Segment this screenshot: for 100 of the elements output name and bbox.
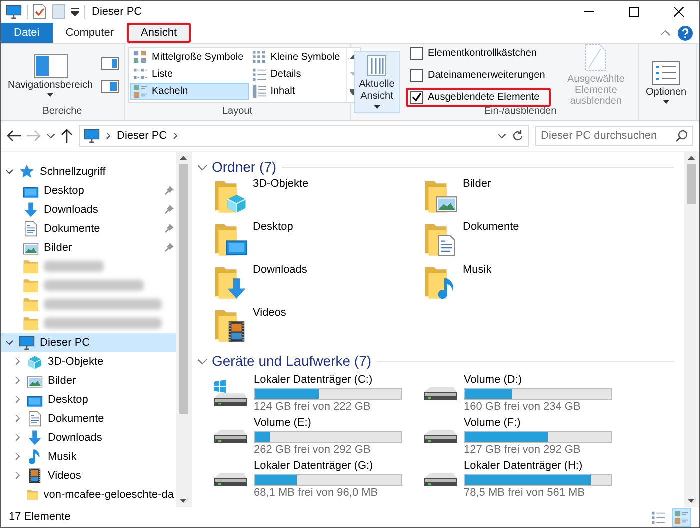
section-title: Ordner (7) <box>212 159 277 175</box>
maximize-icon[interactable] <box>629 7 639 17</box>
details-icon <box>252 67 267 82</box>
star-icon <box>19 164 35 180</box>
folder-icon <box>23 278 39 294</box>
collapse-ribbon-icon[interactable] <box>661 30 670 36</box>
drive-tile[interactable]: Volume (F:) 127 GB frei von 292 GB <box>422 415 632 458</box>
drive-tile[interactable]: Volume (E:) 262 GB frei von 292 GB <box>212 415 422 458</box>
view-button[interactable] <box>672 508 691 526</box>
hard-drive-icon <box>422 430 458 444</box>
layout-option[interactable]: Kacheln <box>130 83 249 100</box>
folder-name[interactable]: Bilder <box>463 178 492 190</box>
properties-icon[interactable] <box>33 4 47 20</box>
nav-label: Videos <box>48 470 82 482</box>
nav-label: Schnellzugriff <box>40 166 106 178</box>
scrollbar[interactable] <box>684 152 699 507</box>
folder-icon <box>23 258 39 274</box>
nav-item[interactable]: Bilder <box>1 238 176 257</box>
nav-item[interactable]: Schnellzugriff <box>1 162 176 181</box>
drive-tile[interactable]: Lokaler Datenträger (H:) 78,5 MB frei von 561 MB <box>422 458 632 501</box>
nav-item[interactable]: Dieser PC <box>1 333 176 352</box>
address-bar[interactable]: Dieser PC <box>79 125 529 147</box>
nav-item[interactable]: Desktop <box>1 390 176 409</box>
folder-name[interactable]: Videos <box>253 307 286 319</box>
layout-option[interactable]: Kleine Symbole <box>248 49 346 66</box>
item-count: 17 Elemente <box>9 511 71 523</box>
pin-icon[interactable] <box>165 224 174 233</box>
tiles-icon <box>133 84 148 99</box>
details-pane-icon[interactable] <box>101 80 120 93</box>
drive-tile[interactable]: Lokaler Datenträger (C:) 124 GB frei von 222 GB <box>212 372 422 415</box>
pin-icon[interactable] <box>165 186 174 195</box>
recent-locations-icon[interactable] <box>47 134 55 138</box>
close-icon[interactable] <box>674 7 684 17</box>
chevron-icon[interactable] <box>6 339 13 346</box>
nav-item[interactable]: Dokumente <box>1 409 176 428</box>
section-title: Geräte und Laufwerke (7) <box>212 353 372 369</box>
cube-icon <box>27 354 43 370</box>
folder-name[interactable]: 3D-Objekte <box>253 178 309 190</box>
free-space: 127 GB frei von 292 GB <box>464 444 582 456</box>
scrollbar[interactable] <box>176 152 191 507</box>
checkbox-option[interactable]: Ausgeblendete Elemente <box>406 88 552 106</box>
nav-item[interactable]: Dokumente <box>1 219 176 238</box>
checkbox[interactable] <box>410 90 423 104</box>
refresh-icon[interactable] <box>512 130 524 142</box>
scroll-up-icon[interactable] <box>180 156 187 160</box>
dropdown-icon[interactable] <box>498 134 506 138</box>
nav-item[interactable]: Downloads <box>1 200 176 219</box>
folder-name[interactable]: Downloads <box>253 264 308 276</box>
dropdown-icon[interactable] <box>71 8 79 16</box>
scrollbar-thumb[interactable] <box>179 164 188 414</box>
chevron-icon[interactable] <box>198 162 207 172</box>
search-field[interactable]: Dieser PC durchsuchen <box>535 126 693 146</box>
small-grid-icon <box>252 50 267 65</box>
checkbox-option[interactable]: Dateinamenerweiterungen <box>406 66 552 84</box>
nav-item[interactable]: von-mcafee-geloeschte-da <box>1 485 176 504</box>
ribbon-tab[interactable]: Datei <box>1 23 53 43</box>
checkbox[interactable] <box>410 68 423 82</box>
list-icon <box>133 67 148 82</box>
help-icon[interactable] <box>678 26 693 40</box>
layout-option[interactable]: Liste <box>130 66 249 83</box>
document-icon <box>27 410 43 426</box>
checkbox[interactable] <box>410 46 423 60</box>
chevron-icon[interactable] <box>198 356 207 366</box>
layout-option[interactable]: Details <box>248 66 346 83</box>
scroll-up-icon[interactable] <box>688 156 695 160</box>
nav-item[interactable]: Musik <box>1 447 176 466</box>
checkbox-option[interactable]: Elementkontrollkästchen <box>406 44 552 62</box>
up-arrow-icon[interactable] <box>61 129 73 143</box>
nav-item[interactable]: Bilder <box>1 371 176 390</box>
layout-option[interactable]: Inhalt <box>248 83 346 100</box>
layout-option[interactable]: Mittelgroße Symbole <box>130 49 249 66</box>
back-arrow-icon[interactable] <box>7 130 21 142</box>
nav-item[interactable]: Videos <box>1 466 176 485</box>
ribbon-tab[interactable]: Ansicht <box>126 23 192 43</box>
scrollbar-thumb[interactable] <box>687 164 696 204</box>
drive-tile[interactable]: Lokaler Datenträger (G:) 68,1 MB frei von 96,0 MB <box>212 458 422 501</box>
folder-name[interactable]: Musik <box>463 264 492 276</box>
caret-icon <box>47 92 54 96</box>
current-view-button[interactable]: Aktuelle Ansicht <box>354 51 400 113</box>
nav-item[interactable]: 3D-Objekte <box>1 352 176 371</box>
pin-icon[interactable] <box>165 243 174 252</box>
nav-label: von-mcafee-geloeschte-da <box>44 488 174 500</box>
ribbon-tab[interactable]: Computer <box>52 23 127 43</box>
navigation-pane-button[interactable]: Navigationsbereich <box>4 50 98 100</box>
breadcrumb[interactable]: Dieser PC <box>117 130 168 142</box>
group-label: Bereiche <box>42 106 84 119</box>
nav-item[interactable]: Desktop <box>1 181 176 200</box>
drive-tile[interactable]: Volume (D:) 160 GB frei von 234 GB <box>422 372 632 415</box>
scroll-down-icon[interactable] <box>688 499 695 503</box>
drive-name: Lokaler Datenträger (G:) <box>254 460 374 472</box>
chevron-icon[interactable] <box>6 168 13 175</box>
folder-name[interactable]: Dokumente <box>463 221 520 233</box>
preview-pane-icon[interactable] <box>101 57 120 70</box>
chevron-icon[interactable] <box>173 132 178 140</box>
pin-icon[interactable] <box>165 205 174 214</box>
folder-name[interactable]: Desktop <box>253 221 294 233</box>
nav-item[interactable]: Downloads <box>1 428 176 447</box>
scroll-down-icon[interactable] <box>180 499 187 503</box>
options-button[interactable]: Optionen <box>642 58 691 106</box>
chevron-icon <box>106 132 111 140</box>
